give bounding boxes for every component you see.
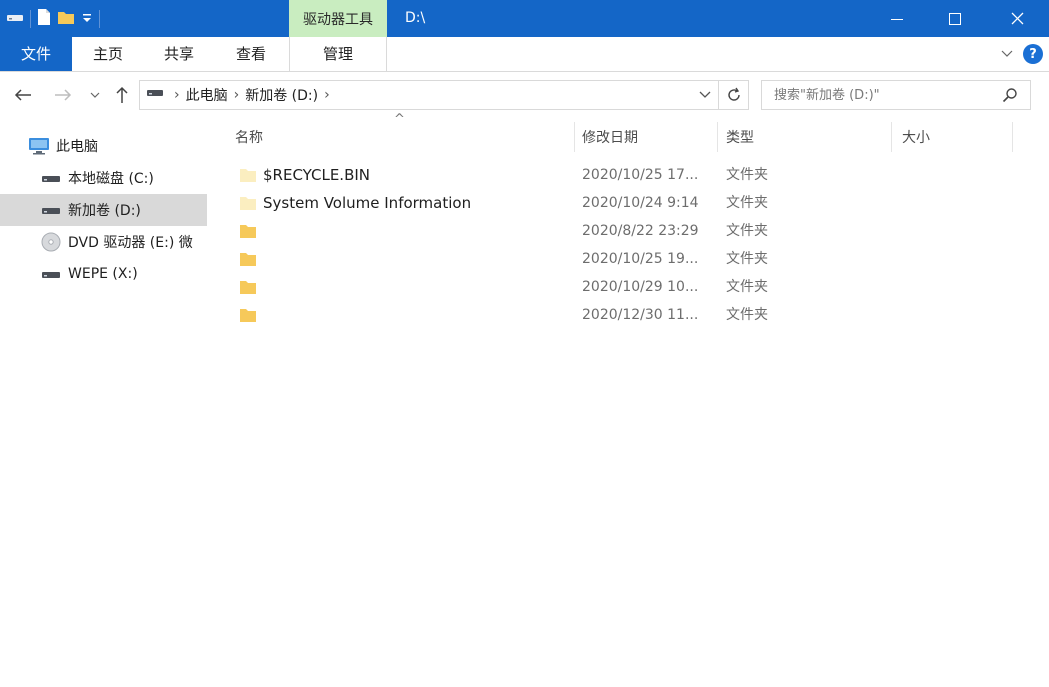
- column-divider[interactable]: [1012, 122, 1013, 152]
- file-row[interactable]: 2020/10/25 19... 文件夹: [232, 245, 792, 273]
- column-header-date-modified[interactable]: 修改日期: [582, 122, 716, 152]
- nav-item-new-volume-d[interactable]: 新加卷 (D:): [0, 194, 207, 226]
- search-box[interactable]: [761, 80, 1031, 110]
- chevron-down-icon: [1001, 50, 1013, 57]
- column-header-size[interactable]: 大小: [902, 122, 1010, 152]
- file-row[interactable]: 2020/10/29 10... 文件夹: [232, 273, 792, 301]
- search-icon[interactable]: [992, 87, 1028, 103]
- breadcrumb-this-pc[interactable]: 此电脑: [186, 85, 228, 105]
- refresh-icon: [728, 87, 740, 101]
- address-history-button[interactable]: [694, 80, 716, 110]
- help-icon: ?: [1029, 46, 1037, 62]
- file-type: 文件夹: [726, 307, 768, 323]
- folder-icon: [239, 222, 257, 244]
- file-date-modified: 2020/12/30 11...: [582, 307, 699, 323]
- folder-faded-icon: [239, 194, 257, 216]
- tab-view[interactable]: 查看: [219, 37, 283, 71]
- address-bar[interactable]: › 此电脑 › 新加卷 (D:) ›: [139, 80, 749, 110]
- chevron-down-icon: [699, 91, 711, 98]
- file-type: 文件夹: [726, 251, 768, 267]
- drive-tools-context-label: 驱动器工具: [289, 0, 387, 37]
- toolbar-separator: [99, 9, 100, 28]
- folder-icon: [239, 278, 257, 300]
- column-divider[interactable]: [574, 122, 575, 152]
- nav-item-label: 新加卷 (D:): [68, 203, 141, 219]
- maximize-icon: [949, 12, 961, 25]
- forward-button[interactable]: [50, 80, 76, 110]
- new-folder-icon[interactable]: [57, 8, 75, 30]
- nav-item-label: DVD 驱动器 (E:) 微: [68, 235, 193, 251]
- folder-faded-icon: [239, 166, 257, 188]
- chevron-down-icon: [90, 92, 100, 98]
- file-name: $RECYCLE.BIN: [263, 166, 371, 184]
- file-type: 文件夹: [726, 167, 768, 183]
- file-type: 文件夹: [726, 279, 768, 295]
- help-button[interactable]: ?: [1023, 44, 1043, 64]
- folder-icon: [239, 250, 257, 272]
- file-row[interactable]: 2020/8/22 23:29 文件夹: [232, 217, 792, 245]
- minimize-button[interactable]: [868, 0, 926, 37]
- drive-icon[interactable]: [6, 10, 24, 28]
- dvd-icon: [40, 232, 62, 252]
- breadcrumb-separator: ›: [233, 87, 240, 103]
- nav-item-dvd-drive-e[interactable]: DVD 驱动器 (E:) 微: [0, 226, 207, 258]
- file-date-modified: 2020/10/25 19...: [582, 251, 699, 267]
- close-button[interactable]: [988, 0, 1046, 37]
- tab-manage[interactable]: 管理: [289, 37, 387, 72]
- recent-locations-button[interactable]: [86, 80, 104, 110]
- file-date-modified: 2020/8/22 23:29: [582, 223, 699, 239]
- maximize-button[interactable]: [926, 0, 984, 37]
- file-row[interactable]: $RECYCLE.BIN 2020/10/25 17... 文件夹: [232, 161, 792, 189]
- file-row[interactable]: 2020/12/30 11... 文件夹: [232, 301, 792, 329]
- minimize-icon: [891, 18, 903, 20]
- tab-home[interactable]: 主页: [77, 37, 139, 71]
- nav-item-this-pc[interactable]: 此电脑: [0, 130, 207, 162]
- file-type: 文件夹: [726, 195, 768, 211]
- expand-ribbon-button[interactable]: [1001, 46, 1013, 62]
- toolbar-separator: [30, 9, 31, 28]
- file-date-modified: 2020/10/25 17...: [582, 167, 699, 183]
- arrow-right-icon: [55, 89, 72, 101]
- ribbon-tab-bar: 文件 主页 共享 查看 管理 ?: [0, 37, 1049, 72]
- navigation-pane: 此电脑 本地磁盘 (C:) 新加卷 (D:) DVD 驱动器 (E:) 微 WE…: [0, 122, 210, 687]
- column-header-type[interactable]: 类型: [726, 122, 886, 152]
- file-type: 文件夹: [726, 223, 768, 239]
- drive-icon: [40, 204, 62, 216]
- nav-item-local-disk-c[interactable]: 本地磁盘 (C:): [0, 162, 207, 194]
- file-name: System Volume Information: [263, 194, 472, 212]
- file-date-modified: 2020/10/29 10...: [582, 279, 699, 295]
- refresh-button[interactable]: [718, 80, 749, 110]
- tab-share[interactable]: 共享: [147, 37, 211, 71]
- search-input[interactable]: [762, 81, 992, 109]
- drive-icon: [40, 268, 62, 280]
- customize-toolbar-icon[interactable]: [81, 10, 93, 28]
- computer-icon: [28, 137, 50, 155]
- breadcrumb-new-volume[interactable]: 新加卷 (D:): [245, 85, 318, 105]
- file-date-modified: 2020/10/24 9:14: [582, 195, 699, 211]
- nav-item-label: 本地磁盘 (C:): [68, 171, 154, 187]
- nav-item-label: WEPE (X:): [68, 266, 138, 282]
- nav-item-label: 此电脑: [56, 139, 98, 155]
- column-divider[interactable]: [717, 122, 718, 152]
- up-button[interactable]: [110, 80, 134, 110]
- drive-icon: [40, 172, 62, 184]
- file-row[interactable]: System Volume Information 2020/10/24 9:1…: [232, 189, 792, 217]
- quick-access-toolbar: [6, 0, 100, 37]
- arrow-left-icon: [14, 89, 31, 101]
- close-icon: [1011, 12, 1023, 25]
- nav-item-wepe-x[interactable]: WEPE (X:): [0, 258, 207, 290]
- properties-icon[interactable]: [37, 8, 51, 30]
- folder-icon: [239, 306, 257, 328]
- tab-file[interactable]: 文件: [0, 37, 72, 71]
- breadcrumb-separator: ›: [174, 87, 180, 103]
- window-title: D:\: [405, 10, 426, 26]
- arrow-up-icon: [116, 86, 128, 103]
- column-header-name[interactable]: 名称: [235, 122, 573, 152]
- column-divider[interactable]: [891, 122, 892, 152]
- breadcrumb-separator: ›: [324, 87, 330, 103]
- drive-icon: [146, 87, 164, 103]
- back-button[interactable]: [10, 80, 36, 110]
- title-bar: 驱动器工具 D:\: [0, 0, 1049, 37]
